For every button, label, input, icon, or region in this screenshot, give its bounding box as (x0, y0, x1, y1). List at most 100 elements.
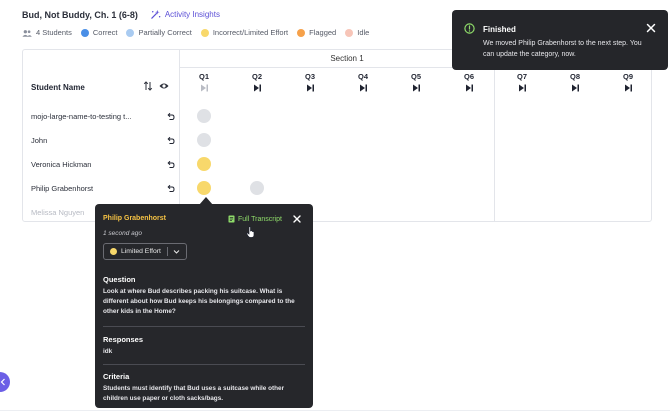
activity-insights-label: Activity Insights (164, 10, 220, 19)
undo-arrow-icon[interactable] (166, 184, 175, 193)
category-select[interactable]: Limited Effort (103, 243, 187, 260)
legend-label-flagged: Flagged (309, 28, 337, 37)
question-label: Q7 (516, 72, 527, 81)
answer-status-dot[interactable] (197, 133, 211, 147)
section-divider (494, 50, 495, 221)
question-label: Question (103, 275, 136, 284)
category-label: Limited Effort (121, 248, 161, 255)
skip-forward-icon[interactable] (465, 84, 474, 92)
response-popover: Philip Grabenhorst 1 second ago Full Tra… (95, 204, 313, 408)
legend-label-partially-correct: Partially Correct (138, 28, 192, 37)
activity-insights-link[interactable]: Activity Insights (150, 9, 220, 20)
undo-arrow-icon[interactable] (166, 112, 175, 121)
legend-partially-correct: Partially Correct (126, 28, 192, 37)
sidebar-toggle-button[interactable] (0, 372, 10, 392)
question-header-q7: Q7 (507, 72, 537, 92)
criteria-label: Criteria (103, 372, 130, 381)
question-label: Q8 (569, 72, 580, 81)
student-name[interactable]: Veronica Hickman (31, 160, 157, 169)
full-transcript-link[interactable]: Full Transcript (228, 215, 282, 223)
criteria-section: Criteria Students must identify that Bud… (103, 372, 305, 404)
page-divider (0, 410, 670, 411)
skip-forward-icon[interactable] (518, 84, 527, 92)
status-legend: 4 Students Correct Partially Correct Inc… (22, 28, 369, 37)
table-row: Veronica Hickman (31, 157, 175, 171)
hand-pointer-cursor-icon (246, 226, 255, 238)
table-row: mojo-large-name-to-testing t... (31, 109, 175, 123)
assignment-title: Bud, Not Buddy, Ch. 1 (6-8) (22, 9, 138, 20)
question-header-q1: Q1 (189, 72, 219, 92)
question-text: Look at where Bud describes packing his … (103, 288, 295, 315)
answer-status-dot[interactable] (250, 181, 264, 195)
skip-forward-icon[interactable] (412, 84, 421, 92)
question-header-q3: Q3 (295, 72, 325, 92)
answer-status-dot[interactable] (197, 109, 211, 123)
table-row: John (31, 133, 175, 147)
question-label: Q6 (463, 72, 474, 81)
close-icon[interactable] (646, 23, 656, 33)
legend-incorrect: Incorrect/Limited Effort (200, 28, 289, 37)
sparkle-wand-icon (151, 9, 161, 19)
legend-flagged: Flagged (297, 28, 336, 37)
legend-label-correct: Correct (92, 28, 118, 37)
sort-icon[interactable] (143, 81, 153, 91)
question-label: Q9 (622, 72, 633, 81)
answer-status-dot[interactable] (197, 157, 211, 171)
legend-dot-flagged (297, 28, 306, 37)
responses-label: Responses (103, 335, 144, 344)
students-icon (22, 29, 32, 37)
column-divider (179, 50, 180, 221)
skip-forward-icon[interactable] (359, 84, 368, 92)
question-label: Q4 (357, 72, 368, 81)
legend-label-incorrect: Incorrect/Limited Effort (212, 28, 289, 37)
finished-toast: Finished We moved Philip Grabenhorst to … (452, 10, 668, 70)
question-section: Question Look at where Bud describes pac… (103, 275, 305, 317)
undo-arrow-icon[interactable] (166, 136, 175, 145)
skip-forward-icon[interactable] (253, 84, 262, 92)
student-name[interactable]: John (31, 136, 157, 145)
document-icon (228, 215, 235, 223)
answer-status-dot[interactable] (197, 181, 211, 195)
eye-icon[interactable] (159, 81, 169, 91)
toast-title: Finished (483, 25, 516, 34)
legend-dot-incorrect (200, 28, 209, 37)
toast-message: We moved Philip Grabenhorst to the next … (483, 40, 642, 58)
skip-forward-icon[interactable] (571, 84, 580, 92)
full-transcript-label: Full Transcript (238, 215, 282, 223)
info-circle-icon (464, 23, 475, 34)
popover-timestamp: 1 second ago (103, 230, 143, 237)
student-name[interactable]: Philip Grabenhorst (31, 184, 157, 193)
legend-idle: Idle (345, 28, 369, 37)
skip-forward-icon[interactable] (306, 84, 315, 92)
criteria-text: Students must identify that Bud uses a s… (103, 385, 285, 402)
skip-forward-icon[interactable] (624, 84, 633, 92)
student-name-header: Student Name (31, 83, 85, 92)
header: Bud, Not Buddy, Ch. 1 (6-8) Activity Ins… (22, 9, 220, 20)
category-dot (110, 248, 117, 255)
legend-dot-partially-correct (126, 28, 135, 37)
legend-correct: Correct (80, 28, 118, 37)
popover-student-name: Philip Grabenhorst (103, 215, 167, 222)
close-icon[interactable] (292, 214, 302, 224)
select-divider (167, 247, 168, 256)
students-count: 4 Students (22, 28, 72, 37)
question-header-q8: Q8 (560, 72, 590, 92)
student-name[interactable]: mojo-large-name-to-testing t... (31, 112, 157, 121)
response-text: idk (103, 348, 113, 355)
question-header-q2: Q2 (242, 72, 272, 92)
student-header-actions (143, 81, 169, 91)
skip-forward-icon[interactable] (200, 84, 209, 92)
chevron-down-icon (173, 250, 180, 254)
students-count-label: 4 Students (36, 28, 72, 37)
responses-section: Responses idk (103, 335, 305, 357)
question-header-q6: Q6 (454, 72, 484, 92)
popover-divider (103, 326, 305, 327)
question-label: Q2 (251, 72, 262, 81)
chevron-left-icon (0, 378, 5, 386)
legend-label-idle: Idle (357, 28, 370, 37)
undo-arrow-icon[interactable] (166, 160, 175, 169)
question-header-q4: Q4 (348, 72, 378, 92)
student-progress-table: Section 1 Student Name Q1 Q2 Q3 Q4 Q5 Q6 Q7 Q8 Q… (22, 49, 652, 222)
popover-divider (103, 364, 305, 365)
question-header-q5: Q5 (401, 72, 431, 92)
